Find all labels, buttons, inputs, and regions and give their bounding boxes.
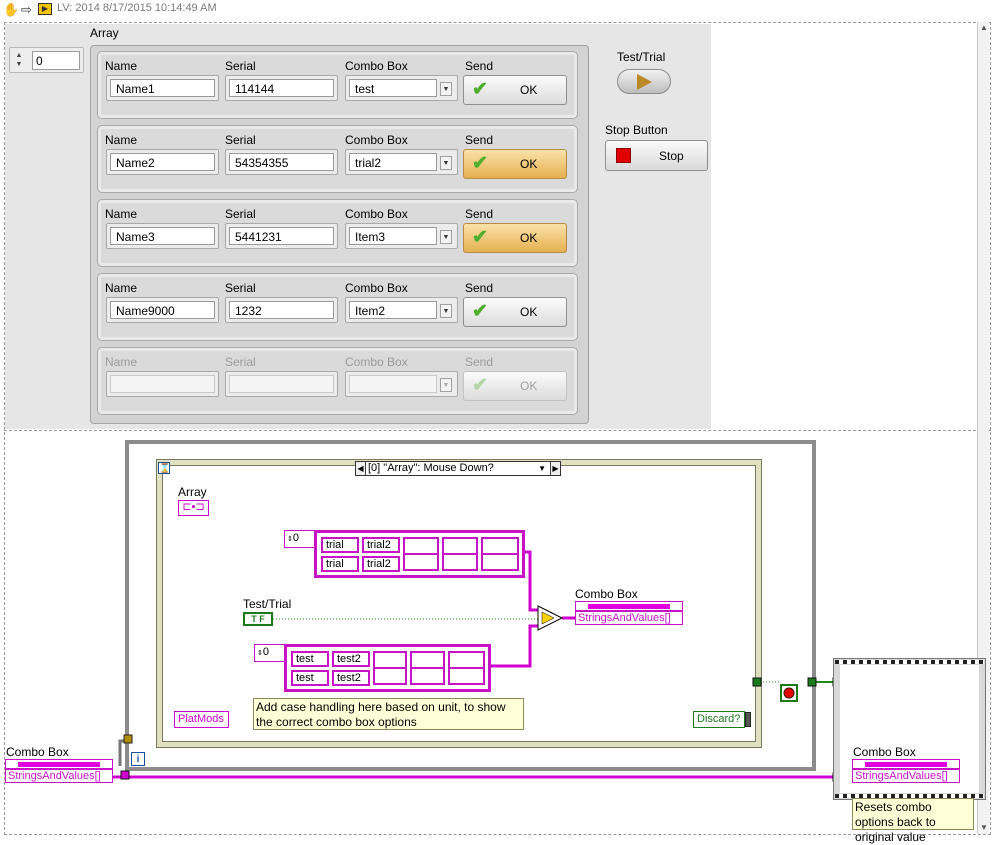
property-node-bar [852,759,960,769]
combo-box-label-right: Combo Box [853,745,916,759]
discard-terminal[interactable]: Discard? [693,711,745,728]
property-node-bar [5,759,113,769]
property-node-bar [575,601,683,611]
tunnel-loop-mag [120,770,130,780]
film-strip-top [835,660,984,664]
combo-box-property-node[interactable]: StringsAndValues[] [575,601,683,631]
combo-box-property-node-right[interactable]: StringsAndValues[] [852,759,960,789]
property-name: StringsAndValues[] [852,769,960,783]
loop-iteration-icon: i [131,752,145,766]
platmods-label: PlatMods [174,711,229,728]
combo-box-property-node-left[interactable]: StringsAndValues[] [5,759,113,789]
comment-note: Add case handling here based on unit, to… [253,698,524,730]
property-name: StringsAndValues[] [575,611,683,625]
discard-tunnel [745,712,751,727]
tunnel-loop-out [807,677,817,687]
combo-box-label: Combo Box [575,587,638,601]
tunnel-left [123,734,133,744]
wire-error-tunnel [118,739,128,766]
tunnel-right-bool [752,677,762,687]
wire-bottom-array [491,624,538,668]
comment-note-reset: Resets combo options back to original va… [852,798,974,844]
wire-top-array [525,550,538,612]
property-name: StringsAndValues[] [5,769,113,783]
combo-box-label-left: Combo Box [6,745,69,759]
